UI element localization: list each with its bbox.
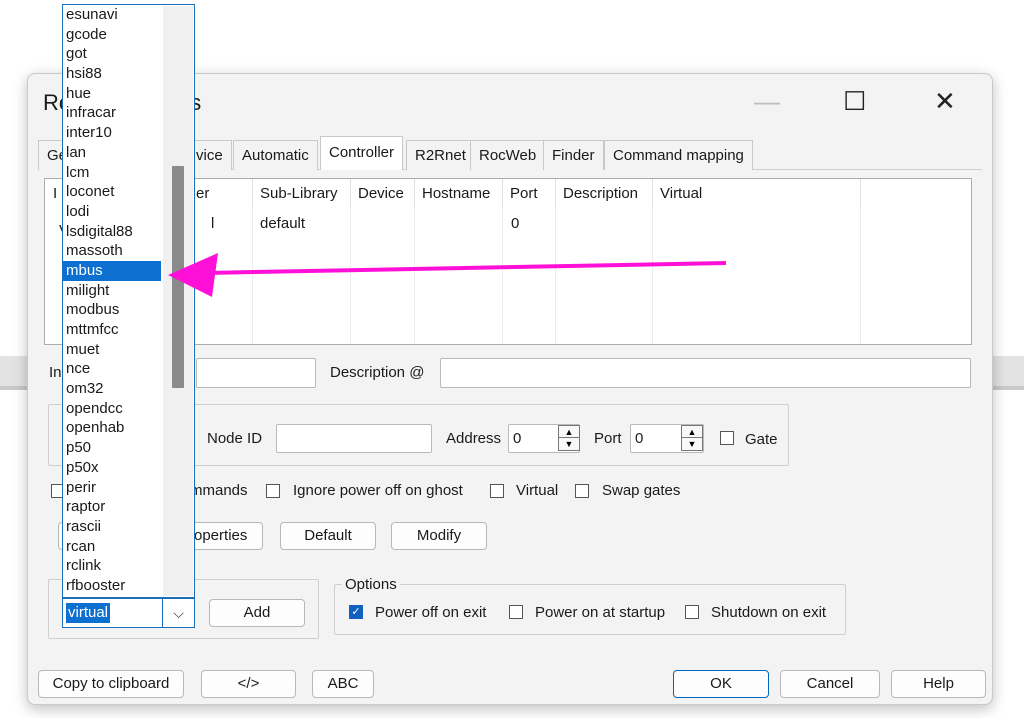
annotation-arrow-head <box>168 253 218 297</box>
annotation-arrow-shaft <box>204 261 727 275</box>
annotation-arrow <box>168 253 727 297</box>
